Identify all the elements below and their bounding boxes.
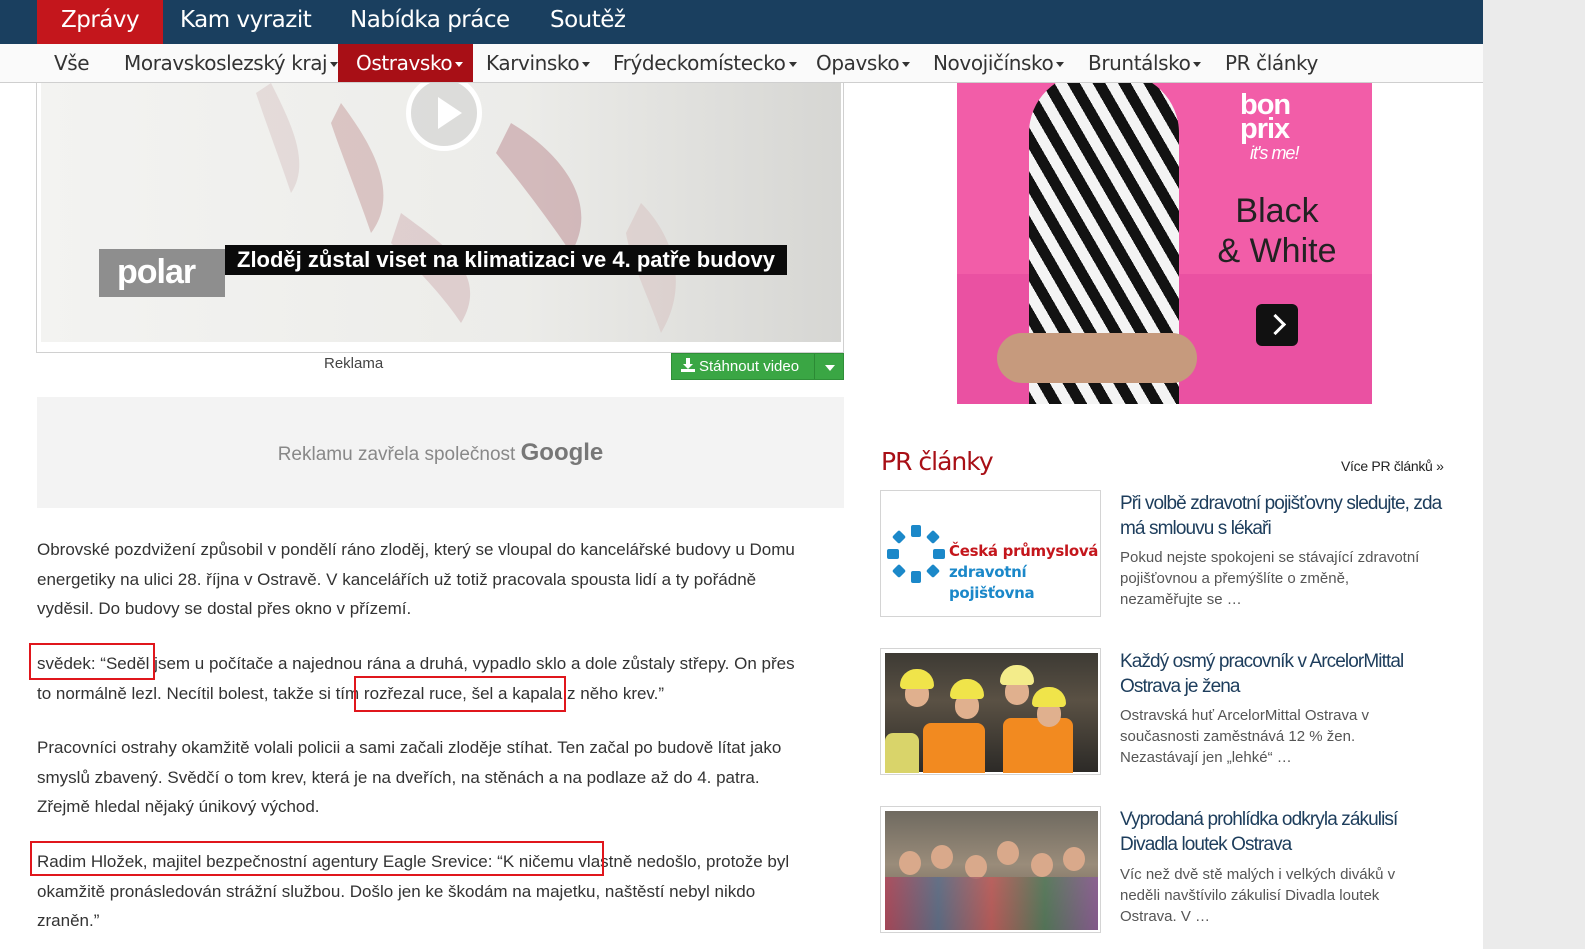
steelworkers-photo	[885, 653, 1098, 773]
subnav-item-pr-clanky[interactable]: PR články	[1225, 44, 1318, 82]
article-paragraph: Obrovské pozdvižení způsobil v pondělí r…	[37, 540, 795, 618]
polar-logo: polar	[99, 249, 225, 297]
puppet-theatre-photo	[885, 811, 1098, 930]
caret-down-icon	[455, 62, 464, 67]
pr-articles-heading: PR články	[881, 447, 994, 476]
ad-headline: Black & White	[1217, 192, 1337, 270]
subnav-item-karvinsko[interactable]: Karvinsko	[486, 44, 591, 82]
article-paragraph: Pracovníci ostrahy okamžitě volali polic…	[37, 738, 782, 816]
pr-article-thumbnail[interactable]	[880, 806, 1101, 933]
double-chevron-right-icon: »	[1436, 458, 1444, 474]
page: Zprávy Kam vyrazit Nabídka práce Soutěž …	[0, 0, 1483, 949]
subnav-item-moravskoslezsky-kraj[interactable]: Moravskoslezský kraj	[124, 44, 339, 82]
more-pr-articles-link[interactable]: Více PR článků »	[1341, 458, 1444, 474]
video-caption: Zloděj zůstal viset na klimatizaci ve 4.…	[225, 245, 787, 275]
download-video-button[interactable]: Stáhnout video	[671, 353, 844, 380]
caret-down-icon	[582, 62, 591, 67]
download-icon	[681, 358, 695, 372]
pr-article-description: Víc než dvě stě malých i velkých diváků …	[1120, 866, 1396, 925]
closed-ad-text: Reklamu zavřela společnost	[277, 444, 516, 465]
bonprix-ad[interactable]: bon prix it's me! Black & White	[957, 83, 1372, 404]
pr-article-description: Ostravská huť ArcelorMittal Ostrava v so…	[1120, 707, 1370, 766]
pr-article-thumbnail[interactable]: Česká průmyslová zdravotní pojišťovna	[880, 490, 1101, 617]
top-nav-item-zpravy[interactable]: Zprávy	[37, 0, 164, 44]
caret-down-icon	[1193, 62, 1202, 67]
subnav-item-bruntalsko[interactable]: Bruntálsko	[1088, 44, 1202, 82]
download-video-label: Stáhnout video	[699, 358, 800, 375]
video-player: polar Zloděj zůstal viset na klimatizaci…	[36, 83, 844, 353]
caret-down-icon	[1056, 62, 1065, 67]
top-nav-item-soutez[interactable]: Soutěž	[526, 0, 650, 44]
cpzp-logo-icon	[887, 525, 945, 583]
highlight-box	[30, 841, 604, 876]
highlight-box	[354, 676, 566, 712]
pr-article-title[interactable]: Vyprodaná prohlídka odkryla zákulisí Div…	[1120, 807, 1450, 857]
highlight-box	[29, 643, 155, 680]
cpzp-logo-text: Česká průmyslová zdravotní pojišťovna	[949, 542, 1099, 602]
chevron-down-icon[interactable]	[825, 365, 835, 371]
pr-article-title[interactable]: Při volbě zdravotní pojišťovny sledujte,…	[1120, 491, 1450, 541]
subnav-item-ostravsko[interactable]: Ostravsko	[338, 44, 474, 82]
bonprix-logo: bon prix it's me!	[1240, 89, 1299, 164]
subnav-item-novojicinsko[interactable]: Novojičínsko	[933, 44, 1065, 82]
top-nav-item-nabidka-prace[interactable]: Nabídka práce	[326, 0, 534, 44]
region-navigation: Vše Moravskoslezský kraj Ostravsko Karvi…	[0, 44, 1483, 83]
subnav-item-frydeckomistecko[interactable]: Frýdeckomístecko	[613, 44, 797, 82]
subnav-item-vse[interactable]: Vše	[54, 44, 90, 82]
pr-article-title[interactable]: Každý osmý pracovník v ArcelorMittal Ost…	[1120, 649, 1450, 699]
subnav-item-opavsko[interactable]: Opavsko	[816, 44, 911, 82]
top-navigation: Zprávy Kam vyrazit Nabídka práce Soutěž	[0, 0, 1483, 44]
chevron-right-icon[interactable]	[1256, 304, 1298, 346]
pr-article-description: Pokud nejste spokojeni se stávající zdra…	[1120, 549, 1420, 608]
caret-down-icon	[788, 62, 797, 67]
top-nav-item-kam-vyrazit[interactable]: Kam vyrazit	[156, 0, 335, 44]
ad-label: Reklama	[324, 355, 384, 372]
closed-ad-banner: Reklamu zavřela společnost Google	[37, 397, 844, 508]
video-area[interactable]: polar Zloděj zůstal viset na klimatizaci…	[41, 83, 841, 342]
caret-down-icon	[902, 62, 911, 67]
google-logo: Google	[520, 439, 604, 466]
pr-article-thumbnail[interactable]	[880, 648, 1101, 775]
